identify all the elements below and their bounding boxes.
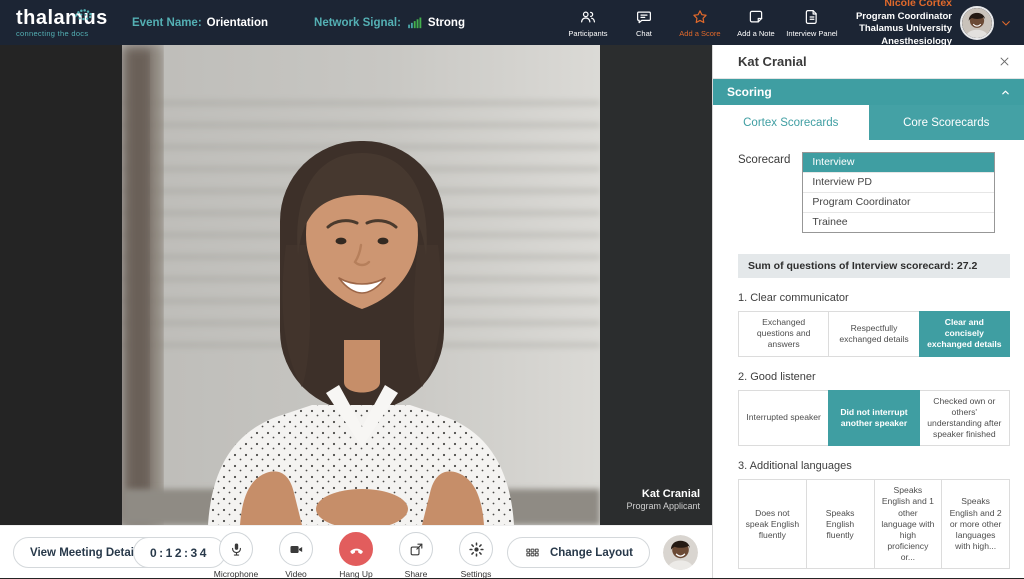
star-icon — [691, 8, 709, 26]
topbar-action-add-a-note[interactable]: Add a Note — [730, 8, 782, 38]
answer-option[interactable]: Exchanged questions and answers — [738, 311, 829, 357]
hang-up-button[interactable]: Hang Up — [327, 532, 385, 579]
answer-option[interactable]: Respectfully exchanged details — [828, 311, 919, 357]
answer-option[interactable]: Interrupted speaker — [738, 390, 829, 447]
topbar-action-label: Add a Note — [737, 29, 775, 38]
topbar-action-participants[interactable]: Participants — [562, 8, 614, 38]
event-name-value: Orientation — [207, 17, 268, 29]
scorecard-option-interview-pd[interactable]: Interview PD — [803, 173, 994, 193]
answer-option[interactable]: Clear and concisely exchanged details — [919, 311, 1010, 357]
panel-body: Scorecard InterviewInterview PDProgram C… — [713, 140, 1024, 578]
scorecard-listbox: InterviewInterview PDProgram Coordinator… — [802, 152, 995, 233]
topbar-actions: Participants Chat Add a Score Add a Note Int… — [562, 8, 838, 38]
participant-video-tile: Kat Cranial Program Applicant — [122, 45, 712, 525]
chevron-up-icon — [999, 86, 1012, 99]
layout-grid-icon — [524, 544, 541, 561]
question-label: 3. Additional languages — [738, 460, 1010, 472]
participant-name: Kat Cranial — [626, 487, 700, 501]
thalamus-logo: thalamus connecting the docs — [10, 8, 118, 38]
call-controls: MicrophoneVideoHang UpShareSettings — [207, 532, 505, 579]
topbar-action-interview-panel[interactable]: Interview Panel — [786, 8, 838, 38]
video-camera-icon — [279, 532, 313, 566]
bottom-bar: View Meeting Details 0:12:34 MicrophoneV… — [0, 525, 712, 578]
question-options-row: Interrupted speakerDid not interrupt ano… — [738, 390, 1010, 447]
chevron-down-icon[interactable] — [998, 15, 1014, 31]
question-options-row: Does not speak English fluentlySpeaks En… — [738, 479, 1010, 569]
scorecard-option-interview[interactable]: Interview — [803, 153, 994, 173]
scorecard-option-trainee[interactable]: Trainee — [803, 213, 994, 232]
top-bar: thalamus connecting the docs Event Name:… — [0, 0, 1024, 45]
answer-option[interactable]: Does not speak English fluently — [738, 479, 807, 569]
microphone-icon — [219, 532, 253, 566]
panel-header: Kat Cranial — [713, 45, 1024, 79]
view-meeting-details-label: View Meeting Details — [30, 547, 144, 559]
hang-up-phone-icon — [339, 532, 373, 566]
user-avatar[interactable] — [960, 6, 994, 40]
share-icon — [399, 532, 433, 566]
logo-tagline: connecting the docs — [16, 29, 118, 38]
answer-option[interactable]: Speaks English fluently — [806, 479, 875, 569]
participant-role: Program Applicant — [626, 501, 700, 513]
answer-option[interactable]: Speaks English and 1 other language with… — [874, 479, 943, 569]
close-icon[interactable] — [997, 54, 1012, 69]
answer-option[interactable]: Checked own or others' understanding aft… — [919, 390, 1010, 447]
settings-gear-icon — [459, 532, 493, 566]
microphone-button[interactable]: Microphone — [207, 532, 265, 579]
brain-icon — [68, 7, 98, 22]
logo-title: thalamus — [16, 8, 118, 28]
note-icon — [747, 8, 765, 26]
event-name-field: Event Name: Orientation — [132, 17, 268, 29]
topbar-action-label: Chat — [636, 29, 652, 38]
answer-option[interactable]: Did not interrupt another speaker — [828, 390, 919, 447]
settings-button[interactable]: Settings — [447, 532, 505, 579]
participant-name-label: Kat Cranial Program Applicant — [626, 487, 700, 513]
scorecard-label: Scorecard — [738, 152, 790, 233]
topbar-action-chat[interactable]: Chat — [618, 8, 670, 38]
user-org: Thalamus University — [856, 23, 952, 35]
panel-title: Kat Cranial — [738, 54, 807, 69]
topbar-action-label: Participants — [568, 29, 607, 38]
scorecard-row: Scorecard InterviewInterview PDProgram C… — [738, 152, 1010, 233]
score-sum-bar: Sum of questions of Interview scorecard:… — [738, 254, 1010, 278]
tab-core-scorecards[interactable]: Core Scorecards — [869, 105, 1024, 140]
user-role: Program Coordinator — [856, 11, 952, 23]
scoring-section-header[interactable]: Scoring — [713, 79, 1024, 105]
answer-option[interactable]: Speaks English and 2 or more other langu… — [941, 479, 1010, 569]
share-button[interactable]: Share — [387, 532, 445, 579]
questions: 1. Clear communicator Exchanged questions… — [738, 292, 1010, 578]
event-name-label: Event Name: — [132, 17, 202, 29]
network-signal-label: Network Signal: — [314, 17, 401, 29]
scorecard-option-program-coordinator[interactable]: Program Coordinator — [803, 193, 994, 213]
user-name: Nicole Cortex — [856, 0, 952, 11]
scoring-panel: Kat Cranial Scoring Cortex Scorecards Co… — [712, 45, 1024, 578]
signal-bars-icon — [406, 14, 423, 31]
participant-video — [122, 45, 600, 525]
network-signal-value: Strong — [428, 17, 465, 29]
document-icon — [803, 8, 821, 26]
question-options-row: Exchanged questions and answersRespectfu… — [738, 311, 1010, 357]
topbar-action-add-a-score[interactable]: Add a Score — [674, 8, 726, 38]
video-button[interactable]: Video — [267, 532, 325, 579]
change-layout-label: Change Layout — [550, 547, 633, 559]
network-signal-field: Network Signal: Strong — [314, 14, 465, 31]
participants-icon — [579, 8, 597, 26]
change-layout-button[interactable]: Change Layout — [507, 537, 650, 568]
topbar-action-label: Interview Panel — [786, 29, 837, 38]
question-label: 2. Good listener — [738, 371, 1010, 383]
topbar-action-label: Add a Score — [679, 29, 720, 38]
question-label: 1. Clear communicator — [738, 292, 1010, 304]
chat-icon — [635, 8, 653, 26]
user-info: Nicole Cortex Program Coordinator Thalam… — [856, 0, 952, 48]
tab-cortex-scorecards[interactable]: Cortex Scorecards — [713, 105, 869, 140]
self-avatar[interactable] — [663, 535, 698, 570]
scoring-section-title: Scoring — [727, 85, 772, 99]
scorecard-tabs: Cortex Scorecards Core Scorecards — [713, 105, 1024, 140]
video-stage: Kat Cranial Program Applicant — [0, 45, 712, 525]
